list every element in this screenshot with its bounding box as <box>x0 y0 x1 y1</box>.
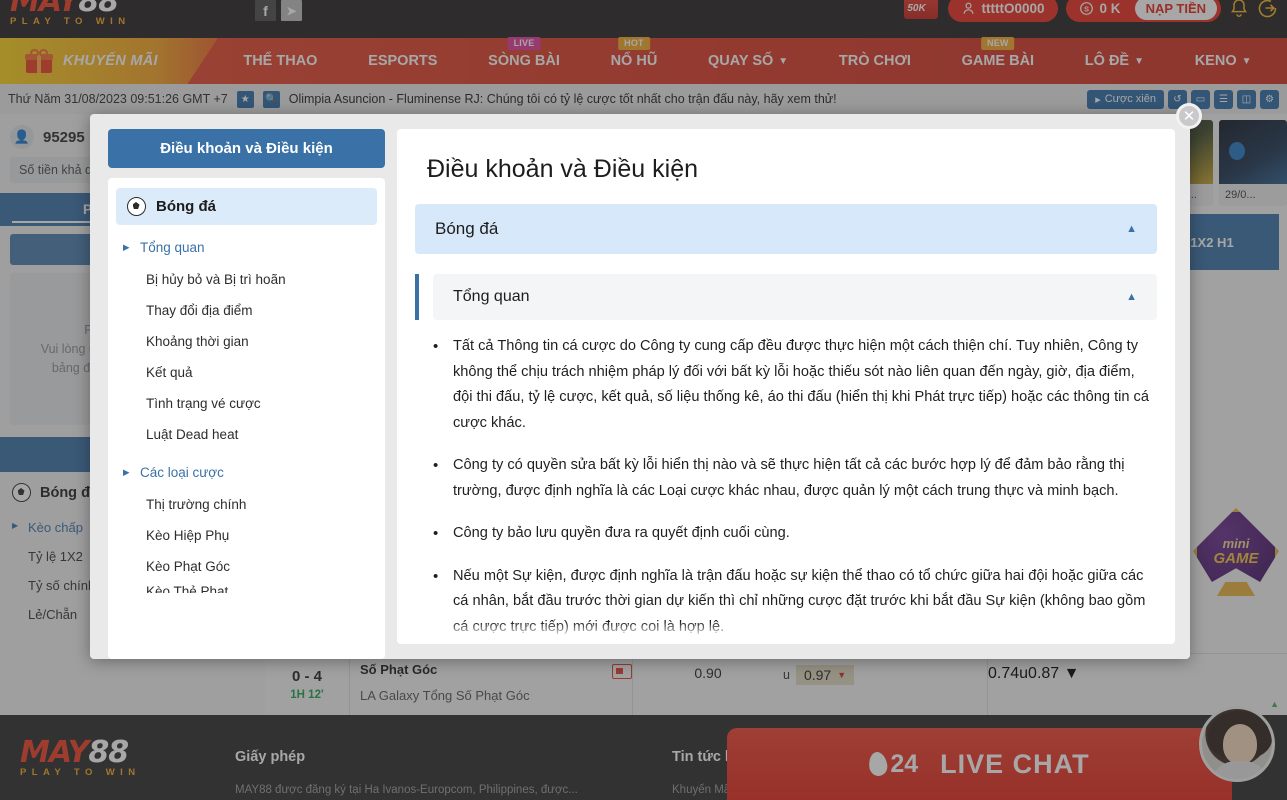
terms-paragraph: Tất cả Thông tin cá cược do Công ty cung… <box>433 334 1151 436</box>
modal-sidebar-list: Bóng đá Tổng quan Bị hủy bỏ và Bị trì ho… <box>108 178 385 659</box>
sidebar-item-bet-status[interactable]: Tình trạng vé cược <box>108 388 385 419</box>
sidebar-item-timeframe[interactable]: Khoảng thời gian <box>108 326 385 357</box>
sidebar-item-dead-heat[interactable]: Luật Dead heat <box>108 419 385 450</box>
sidebar-item-venue-change[interactable]: Thay đổi địa điểm <box>108 295 385 326</box>
app-root: MAY88 PLAY TO WIN f ➤ 50K tttttO0000 S 0… <box>0 0 1287 800</box>
modal-content: Điều khoản và Điều kiện Bóng đá ▲ Tổng q… <box>397 129 1175 644</box>
accordion-bong-da[interactable]: Bóng đá ▲ <box>415 204 1157 254</box>
sidebar-item-results[interactable]: Kết quả <box>108 357 385 388</box>
sidebar-item-main-market[interactable]: Thị trường chính <box>108 489 385 520</box>
sidebar-group-bet-types: Các loại cược Thị trường chính Kèo Hiệp … <box>108 456 385 593</box>
sidebar-item-corners[interactable]: Kèo Phạt Góc <box>108 551 385 582</box>
accordion-section-wrapper: Tổng quan ▲ <box>415 274 1157 320</box>
soccer-ball-icon <box>127 197 146 216</box>
chevron-up-icon: ▲ <box>1126 291 1137 303</box>
sidebar-item-cancelled-postponed[interactable]: Bị hủy bỏ và Bị trì hoãn <box>108 264 385 295</box>
sidebar-item-extra-time[interactable]: Kèo Hiệp Phụ <box>108 520 385 551</box>
sidebar-item-cards[interactable]: Kèo Thẻ Phạt <box>108 582 385 593</box>
accordion-tong-quan[interactable]: Tổng quan ▲ <box>433 274 1157 320</box>
sidebar-group-head[interactable]: Các loại cược <box>108 456 385 489</box>
content-fade <box>397 622 1175 644</box>
page-title: Điều khoản và Điều kiện <box>427 155 698 183</box>
chevron-up-icon: ▲ <box>1126 223 1137 235</box>
terms-paragraph: Công ty bảo lưu quyền đưa ra quyết định … <box>433 521 1151 547</box>
close-icon[interactable]: ✕ <box>1176 103 1202 129</box>
terms-body: Tất cả Thông tin cá cược do Công ty cung… <box>397 320 1175 640</box>
sidebar-group-tong-quan: Tổng quan Bị hủy bỏ và Bị trì hoãn Thay … <box>108 231 385 450</box>
modal-sidebar: Điều khoản và Điều kiện Bóng đá Tổng qua… <box>90 114 385 659</box>
terms-paragraph: Công ty có quyền sửa bất kỳ lỗi hiển thị… <box>433 453 1151 504</box>
terms-and-conditions-modal: ✕ Điều khoản và Điều kiện Bóng đá Tổng q… <box>90 103 1202 659</box>
accordion-label: Tổng quan <box>453 288 530 305</box>
sidebar-group-head[interactable]: Tổng quan <box>108 231 385 264</box>
sidebar-item-bong-da[interactable]: Bóng đá <box>116 188 377 225</box>
sidebar-sport-label: Bóng đá <box>156 198 216 215</box>
accordion-label: Bóng đá <box>435 219 499 238</box>
modal-sidebar-title: Điều khoản và Điều kiện <box>108 129 385 168</box>
